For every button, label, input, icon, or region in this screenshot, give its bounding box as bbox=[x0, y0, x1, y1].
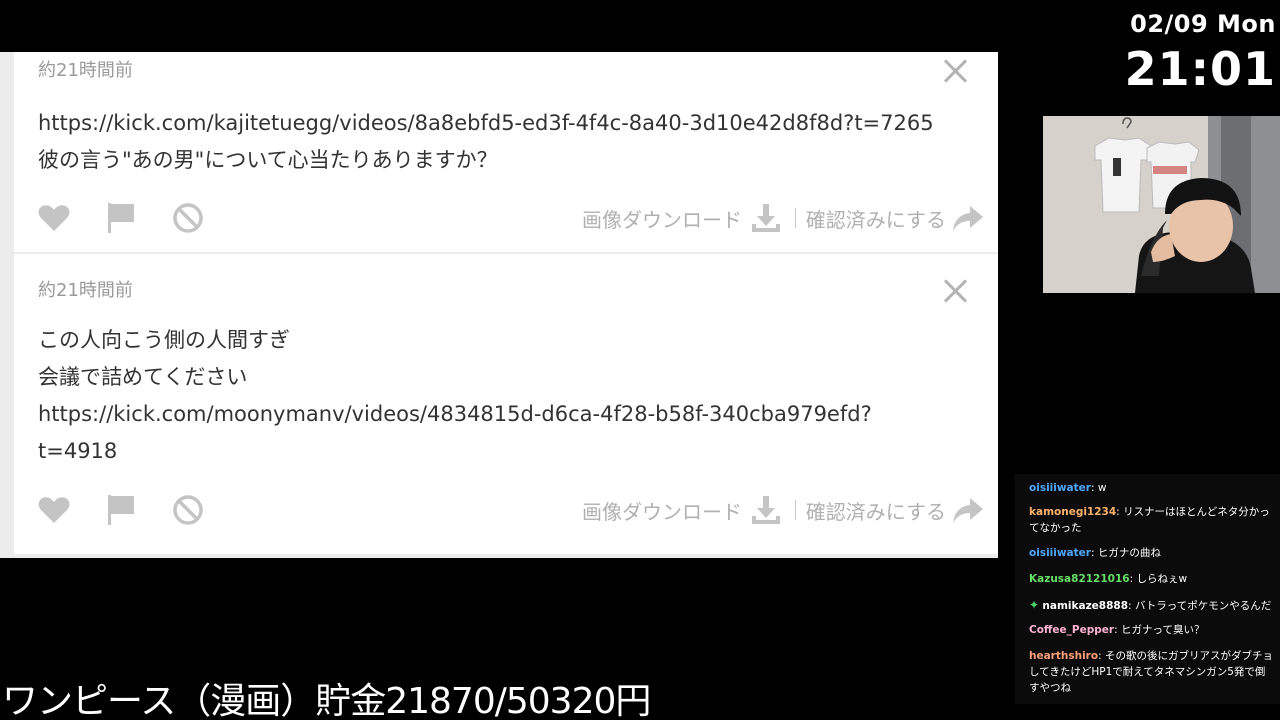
message-actions: 画像ダウンロード 確認済みにする bbox=[38, 492, 983, 528]
message-card: 約21時間前 https://kick.com/kajitetuegg/vide… bbox=[14, 52, 998, 252]
clock-date: 02/09 Mon bbox=[1130, 10, 1276, 38]
download-image-button[interactable]: 画像ダウンロード bbox=[582, 204, 742, 233]
chat-username[interactable]: oisiiiwater bbox=[1029, 482, 1091, 494]
download-icon[interactable] bbox=[750, 202, 782, 234]
chat-message: hearthshiro: その歌の後にガブリアスがダブチョしてきたけどHP1で耐… bbox=[1029, 650, 1273, 694]
message-line: 彼の言う"あの男"について心当たりありますか？ bbox=[38, 148, 498, 172]
message-line: https://kick.com/moonymanv/videos/483481… bbox=[38, 402, 872, 426]
message-line: t=4918 bbox=[38, 439, 118, 463]
mark-confirmed-button[interactable]: 確認済みにする bbox=[806, 496, 946, 525]
chat-message: kamonegi1234: リスナーはほとんどネタ分かってなかった bbox=[1029, 506, 1270, 534]
message-card: 約21時間前 この人向こう側の人間すぎ 会議で詰めてください https://k… bbox=[14, 254, 998, 554]
message-timestamp: 約21時間前 bbox=[38, 280, 133, 301]
chat-message: ✦ namikaze8888: バトラってポケモンやるんだ bbox=[1029, 598, 1272, 612]
chat-message: Kazusa82121016: しらねぇw bbox=[1029, 573, 1188, 585]
webcam-feed bbox=[1043, 116, 1280, 293]
forward-arrow-icon[interactable] bbox=[952, 202, 984, 234]
chat-text: ヒガナの曲ね bbox=[1097, 547, 1161, 559]
stream-layout: 約21時間前 https://kick.com/kajitetuegg/vide… bbox=[0, 0, 1280, 720]
chat-text: ヒガナって臭い？ bbox=[1120, 624, 1205, 636]
mark-confirmed-button[interactable]: 確認済みにする bbox=[806, 204, 946, 233]
block-icon[interactable] bbox=[172, 494, 204, 526]
message-timestamp: 約21時間前 bbox=[38, 60, 133, 81]
moderation-panel: 約21時間前 https://kick.com/kajitetuegg/vide… bbox=[0, 52, 998, 558]
flag-icon[interactable] bbox=[106, 494, 136, 526]
heart-icon[interactable] bbox=[38, 496, 70, 524]
clock-time: 21:01 bbox=[1124, 42, 1276, 96]
heart-icon[interactable] bbox=[38, 204, 70, 232]
message-body: https://kick.com/kajitetuegg/videos/8a8e… bbox=[38, 105, 978, 179]
message-line: この人向こう側の人間すぎ bbox=[38, 328, 290, 352]
flag-icon[interactable] bbox=[106, 202, 136, 234]
chat-message: Coffee_Pepper: ヒガナって臭い？ bbox=[1029, 624, 1205, 636]
block-icon[interactable] bbox=[172, 202, 204, 234]
forward-arrow-icon[interactable] bbox=[952, 494, 984, 526]
chat-username[interactable]: oisiiiwater bbox=[1029, 547, 1091, 559]
close-icon[interactable] bbox=[942, 58, 968, 84]
download-image-button[interactable]: 画像ダウンロード bbox=[582, 496, 742, 525]
chat-username[interactable]: kamonegi1234 bbox=[1029, 506, 1116, 518]
close-icon[interactable] bbox=[942, 278, 968, 304]
chat-text: しらねぇw bbox=[1136, 573, 1188, 585]
chat-username[interactable]: Kazusa82121016 bbox=[1029, 573, 1130, 585]
chat-text: バトラってポケモンやるんだ bbox=[1134, 600, 1272, 612]
chat-username[interactable]: namikaze8888 bbox=[1042, 600, 1128, 612]
divider bbox=[795, 500, 796, 520]
webcam-image bbox=[1043, 116, 1280, 293]
message-body: この人向こう側の人間すぎ 会議で詰めてください https://kick.com… bbox=[38, 322, 978, 470]
message-line: 会議で詰めてください bbox=[38, 365, 248, 389]
savings-counter: ワンピース（漫画）貯金21870/50320円 bbox=[2, 681, 651, 720]
download-icon[interactable] bbox=[750, 494, 782, 526]
chat-text: w bbox=[1097, 482, 1107, 494]
divider bbox=[795, 208, 796, 228]
sparkle-badge-icon: ✦ bbox=[1029, 598, 1040, 612]
chat-message: oisiiiwater: ヒガナの曲ね bbox=[1029, 547, 1161, 559]
message-line: https://kick.com/kajitetuegg/videos/8a8e… bbox=[38, 111, 934, 135]
message-actions: 画像ダウンロード 確認済みにする bbox=[38, 200, 983, 236]
chat-username[interactable]: Coffee_Pepper bbox=[1029, 624, 1114, 636]
chat-username[interactable]: hearthshiro bbox=[1029, 650, 1098, 662]
chat-panel: oisiiiwater: w kamonegi1234: リスナーはほとんどネタ… bbox=[1015, 474, 1280, 704]
chat-message: oisiiiwater: w bbox=[1029, 482, 1107, 494]
